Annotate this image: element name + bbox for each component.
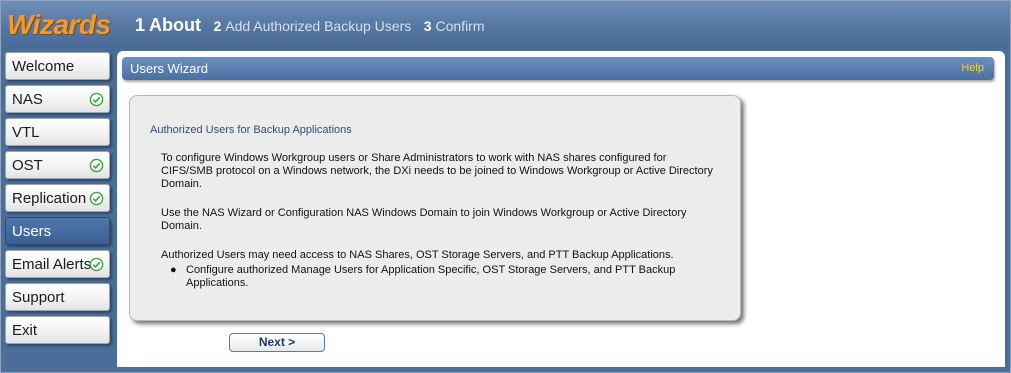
wizard-content: Users Wizard Help Authorized Users for B… [117, 51, 1005, 367]
sidebar-item-ost[interactable]: OST [5, 151, 110, 179]
brand-logo: Wizards [7, 9, 111, 40]
wizard-header: Wizards 1 About 2 Add Authorized Backup Us… [1, 1, 1010, 47]
check-circle-icon [89, 191, 104, 206]
step-add-authorized-backup-users[interactable]: 2 Add Authorized Backup Users [213, 18, 411, 36]
sidebar-item-nas[interactable]: NAS [5, 85, 110, 113]
info-paragraph: Authorized Users may need access to NAS … [161, 249, 674, 261]
wizard-title: Users Wizard [130, 61, 209, 76]
check-circle-icon [89, 257, 104, 272]
step-number: 3 [423, 18, 432, 34]
sidebar-item-label: Email Alerts [12, 256, 92, 273]
sidebar-item-welcome[interactable]: Welcome [5, 52, 110, 80]
sidebar-item-label: Welcome [12, 58, 75, 75]
sidebar-item-exit[interactable]: Exit [5, 316, 110, 344]
sidebar-item-vtl[interactable]: VTL [5, 118, 110, 146]
step-number: 1 [135, 15, 146, 35]
sidebar-item-label: Users [12, 223, 52, 240]
wizard-sidebar: Welcome NAS VTL OST Replication Users Em… [1, 47, 113, 372]
bullet-dot-icon: ● [170, 264, 177, 276]
sidebar-item-label: Support [12, 289, 65, 306]
sidebar-item-label: NAS [12, 91, 43, 108]
app-window: Wizards 1 About 2 Add Authorized Backup Us… [0, 0, 1011, 373]
sidebar-item-replication[interactable]: Replication [5, 184, 110, 212]
sidebar-item-label: OST [12, 157, 43, 174]
footer-strip [117, 367, 1005, 372]
bullet-text: Configure authorized Manage Users for Ap… [186, 264, 676, 289]
sidebar-item-label: Replication [12, 190, 87, 207]
info-paragraph: Use the NAS Wizard or Configuration NAS … [161, 207, 687, 232]
step-label: Add Authorized Backup Users [225, 18, 412, 34]
check-circle-icon [89, 158, 104, 173]
wizard-steps: 1 About 2 Add Authorized Backup Users 3 Con… [135, 15, 493, 37]
sidebar-item-support[interactable]: Support [5, 283, 110, 311]
info-panel: Authorized Users for Backup Applications… [129, 95, 741, 321]
panel-heading: Authorized Users for Backup Applications [150, 124, 352, 136]
step-label: About [149, 15, 201, 35]
info-paragraph: To configure Windows Workgroup users or … [161, 152, 713, 190]
step-label: Confirm [435, 18, 485, 34]
sidebar-item-email-alerts[interactable]: Email Alerts [5, 250, 110, 278]
sidebar-item-users[interactable]: Users [5, 217, 110, 245]
sidebar-item-label: VTL [12, 124, 40, 141]
step-number: 2 [213, 18, 222, 34]
sidebar-item-label: Exit [12, 322, 38, 339]
step-confirm[interactable]: 3 Confirm [424, 18, 485, 36]
next-button[interactable]: Next > [229, 333, 325, 352]
step-about[interactable]: 1 About [135, 15, 201, 36]
wizard-title-bar: Users Wizard Help [122, 57, 994, 80]
check-circle-icon [89, 92, 104, 107]
help-link[interactable]: Help [961, 62, 984, 74]
